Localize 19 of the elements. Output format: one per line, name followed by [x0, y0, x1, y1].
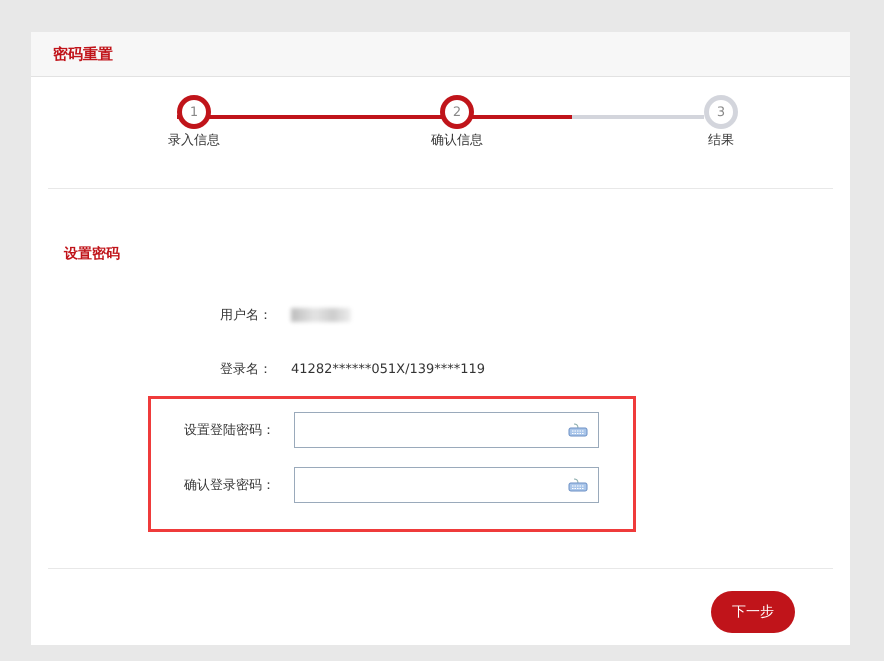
step-number: 2 [440, 95, 474, 129]
step-number: 3 [704, 95, 738, 129]
keyboard-icon[interactable] [568, 478, 588, 492]
section-title: 设置密码 [64, 245, 121, 263]
step-label: 结果 [708, 132, 734, 149]
field-label: 设置登陆密码： [183, 422, 275, 439]
step-label: 确认信息 [431, 132, 483, 149]
keyboard-icon[interactable] [568, 423, 588, 437]
field-label: 确认登录密码： [183, 477, 275, 494]
field-label: 登录名： [219, 361, 272, 378]
redacted-value [291, 308, 351, 322]
step-label: 录入信息 [168, 132, 220, 149]
step-number: 1 [177, 95, 211, 129]
next-button[interactable]: 下一步 [711, 591, 795, 633]
password-field[interactable] [294, 412, 599, 448]
field-label: 用户名： [219, 307, 272, 324]
field-value: 41282******051X/139****119 [291, 362, 486, 376]
password-field[interactable] [294, 467, 599, 503]
page-title: 密码重置 [53, 44, 113, 64]
